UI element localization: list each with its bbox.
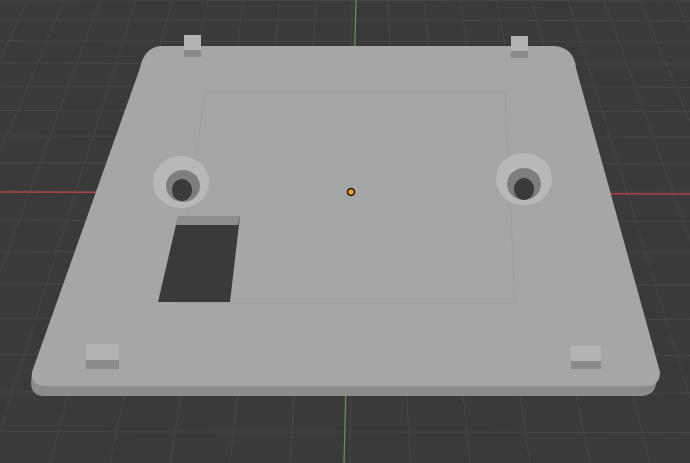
grid-line [0, 0, 29, 61]
corner-peg-bl[interactable] [86, 344, 119, 369]
base-plate[interactable] [31, 35, 660, 396]
3d-viewport[interactable] [0, 0, 690, 463]
viewport-canvas[interactable] [0, 0, 690, 463]
grid-line [0, 0, 690, 2]
corner-peg-tr[interactable] [511, 36, 528, 58]
grid-line [0, 40, 690, 43]
grid-line [0, 19, 690, 22]
corner-peg-tl[interactable] [184, 35, 201, 57]
object-origin-icon[interactable] [346, 187, 356, 197]
mounting-slot-left[interactable] [153, 156, 209, 208]
mounting-slot-right[interactable] [496, 153, 552, 205]
corner-peg-br[interactable] [571, 346, 601, 369]
plate-top-face [31, 46, 660, 386]
grid-line [675, 0, 690, 32]
